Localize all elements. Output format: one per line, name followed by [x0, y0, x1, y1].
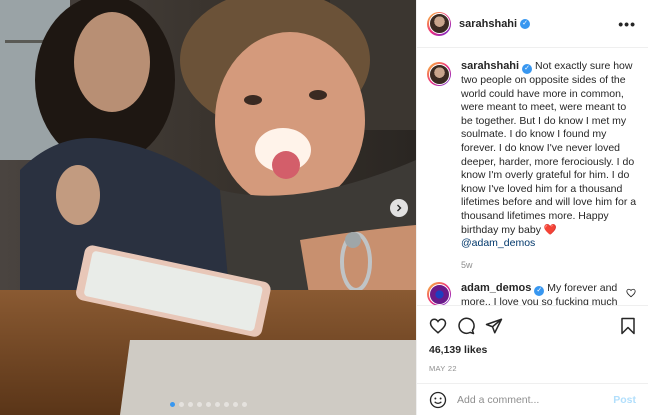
- carousel-dot: [232, 402, 238, 407]
- heart-emoji: ❤️: [543, 223, 557, 236]
- save-button[interactable]: [620, 317, 636, 335]
- carousel-dot: [169, 402, 175, 407]
- post-sidebar: sarahshahi ✓ ••• sarahshahi ✓ Not exactly…: [416, 0, 648, 415]
- caption-timestamp[interactable]: 5w: [461, 259, 638, 273]
- add-comment-bar: Post: [417, 383, 648, 415]
- carousel-dot: [214, 402, 220, 407]
- like-comment-heart-icon[interactable]: [626, 288, 636, 298]
- author-avatar[interactable]: [427, 11, 451, 36]
- chevron-right-icon: [397, 204, 402, 212]
- carousel-indicator: [0, 402, 416, 407]
- comment-input[interactable]: [457, 393, 614, 406]
- verified-badge-icon: ✓: [522, 64, 533, 74]
- post-actions: 46,139 likes MAY 22: [417, 305, 648, 383]
- carousel-dot: [223, 402, 229, 407]
- comment-icon: [458, 317, 475, 335]
- comment-button[interactable]: [457, 317, 475, 335]
- commenter-avatar[interactable]: [427, 282, 451, 305]
- caption-avatar[interactable]: [427, 62, 451, 86]
- carousel-dot: [196, 402, 202, 407]
- post-header: sarahshahi ✓ •••: [417, 0, 648, 48]
- emoji-icon[interactable]: [429, 391, 447, 409]
- caption-text: Not exactly sure how two people on oppos…: [461, 60, 637, 236]
- verified-badge-icon: ✓: [520, 18, 531, 29]
- instagram-post: sarahshahi ✓ ••• sarahshahi ✓ Not exactly…: [0, 0, 648, 415]
- post-photo: [0, 0, 416, 415]
- carousel-dot: [205, 402, 211, 407]
- post-media[interactable]: [0, 0, 416, 415]
- carousel-dot: [241, 402, 247, 407]
- paper-plane-icon: [485, 318, 503, 334]
- like-button[interactable]: [429, 317, 447, 335]
- caption-username[interactable]: sarahshahi: [461, 60, 519, 72]
- post-date[interactable]: MAY 22: [429, 364, 636, 373]
- share-button[interactable]: [485, 317, 503, 335]
- more-options-button[interactable]: •••: [618, 16, 636, 32]
- commenter-username[interactable]: adam_demos: [461, 282, 531, 294]
- caption: sarahshahi ✓ Not exactly sure how two peo…: [427, 60, 638, 272]
- next-image-button[interactable]: [390, 199, 408, 217]
- carousel-dot: [187, 402, 193, 407]
- comment-item: adam_demos ✓ My forever and more.. I love…: [427, 282, 638, 305]
- heart-icon: [429, 318, 447, 334]
- mention-link[interactable]: @adam_demos: [461, 237, 535, 249]
- carousel-dot: [178, 402, 184, 407]
- post-comment-button[interactable]: Post: [613, 394, 636, 406]
- likes-count[interactable]: 46,139 likes: [429, 344, 636, 356]
- comments-section: sarahshahi ✓ Not exactly sure how two peo…: [417, 48, 648, 305]
- bookmark-icon: [621, 317, 635, 335]
- verified-badge-icon: ✓: [534, 286, 545, 297]
- author-username[interactable]: sarahshahi: [459, 18, 517, 30]
